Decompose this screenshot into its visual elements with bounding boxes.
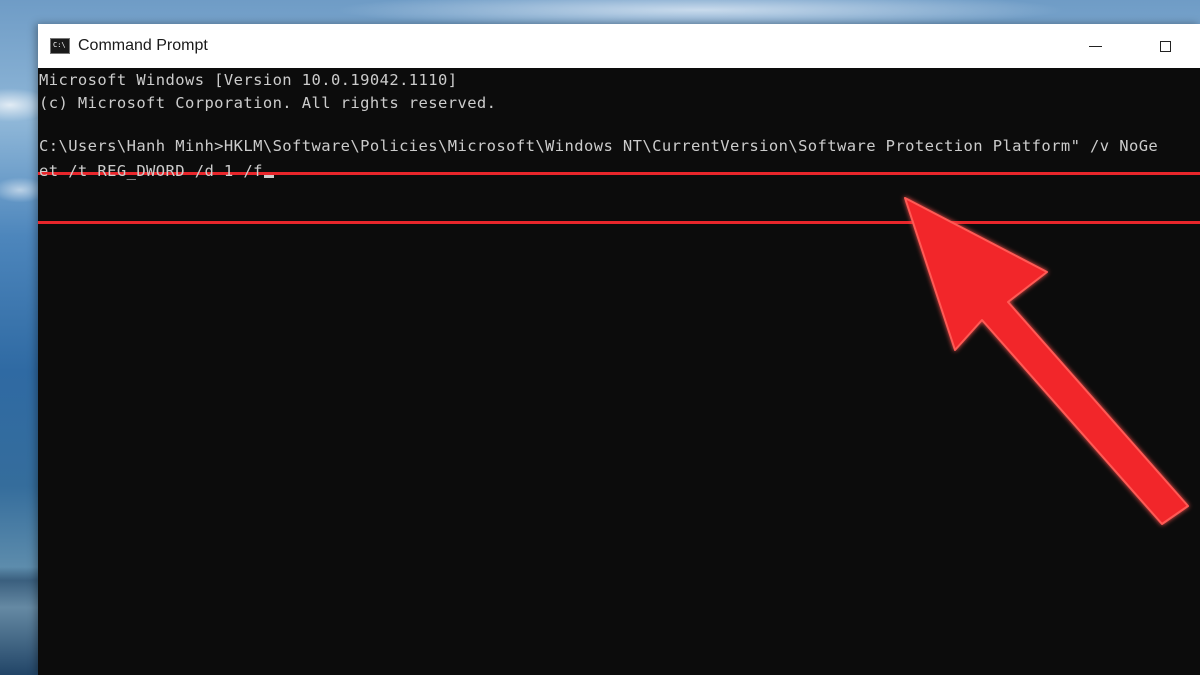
minimize-icon bbox=[1088, 45, 1102, 47]
maximize-button[interactable] bbox=[1130, 24, 1200, 68]
console-line-command: C:\Users\Hanh Minh>HKLM\Software\Policie… bbox=[39, 137, 1159, 155]
command-prompt-window: Command Prompt Microsoft Windows [Versio… bbox=[38, 24, 1200, 675]
maximize-icon bbox=[1159, 40, 1171, 52]
text-cursor bbox=[263, 175, 274, 178]
console-line-copyright: (c) Microsoft Corporation. All rights re… bbox=[39, 94, 497, 112]
console-line-command-continued: et /t REG_DWORD /d 1 /f bbox=[39, 160, 274, 183]
console-output[interactable]: Microsoft Windows [Version 10.0.19042.11… bbox=[38, 68, 1200, 675]
command-continuation-text: et /t REG_DWORD /d 1 /f bbox=[39, 162, 263, 180]
console-line-version: Microsoft Windows [Version 10.0.19042.11… bbox=[39, 71, 458, 89]
title-bar[interactable]: Command Prompt bbox=[38, 24, 1200, 68]
window-controls bbox=[1060, 24, 1200, 68]
window-title: Command Prompt bbox=[78, 37, 208, 54]
minimize-button[interactable] bbox=[1060, 24, 1130, 68]
command-prompt-icon bbox=[50, 38, 70, 54]
